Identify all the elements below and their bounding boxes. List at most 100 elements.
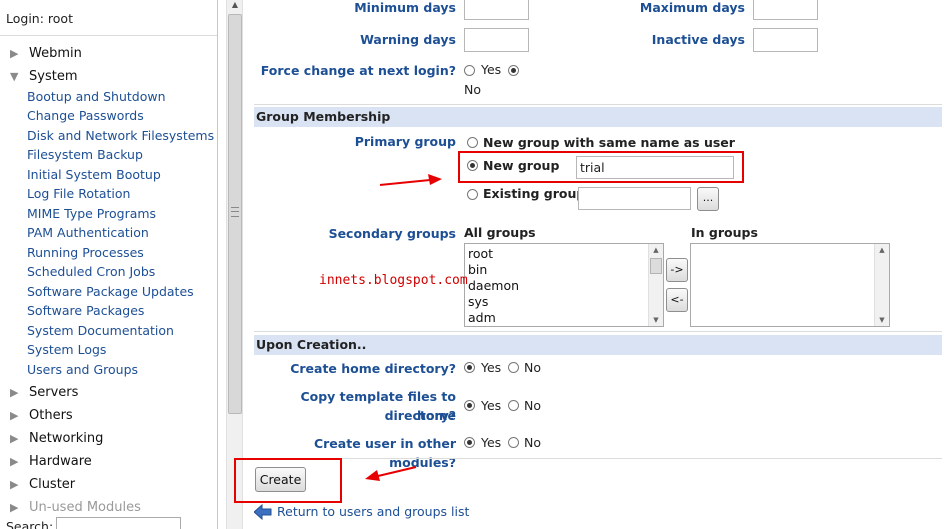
list-item[interactable]: bin	[468, 262, 487, 278]
scrollbar-thumb[interactable]	[650, 258, 662, 274]
inactive-days-input[interactable]	[753, 28, 818, 52]
module-mime-type-programs[interactable]: MIME Type Programs	[27, 206, 156, 224]
copy-template-yes-label: Yes	[481, 398, 502, 413]
secondary-groups-label: Secondary groups	[328, 226, 456, 241]
primary-same-name-radio[interactable]	[467, 137, 478, 148]
module-log-file-rotation[interactable]: Log File Rotation	[27, 186, 130, 204]
primary-existing-radio[interactable]	[467, 189, 478, 200]
sidebar-divider	[0, 35, 217, 36]
sidebar-category-servers[interactable]: ▶ Servers	[10, 382, 78, 402]
sidebar-scrollbar[interactable]: ▲	[226, 0, 243, 529]
force-change-yes-radio[interactable]	[464, 65, 475, 76]
module-software-package-updates[interactable]: Software Package Updates	[27, 284, 194, 302]
maximum-days-label: Maximum days	[639, 0, 745, 15]
module-system-documentation[interactable]: System Documentation	[27, 323, 174, 341]
sidebar: Login: root ▶ Webmin ▼ System Bootup and…	[0, 0, 218, 529]
list-item[interactable]: adm	[468, 310, 496, 326]
chevron-right-icon: ▶	[10, 408, 19, 422]
category-label: Hardware	[29, 453, 92, 469]
minimum-days-label: Minimum days	[354, 0, 456, 15]
primary-existing-label: Existing group	[483, 186, 586, 201]
maximum-days-input[interactable]	[753, 0, 818, 20]
scroll-up-icon[interactable]: ▲	[875, 244, 889, 256]
listbox-scrollbar[interactable]: ▲ ▼	[874, 244, 889, 326]
remove-group-button[interactable]: <-	[666, 288, 688, 312]
sidebar-category-others[interactable]: ▶ Others	[10, 405, 73, 425]
create-home-no-label: No	[524, 360, 541, 375]
scroll-down-icon[interactable]: ▼	[875, 314, 889, 326]
other-modules-no-label: No	[524, 435, 541, 450]
module-system-logs[interactable]: System Logs	[27, 342, 106, 360]
chevron-down-icon: ▼	[10, 69, 19, 83]
other-modules-yes-radio[interactable]	[464, 437, 475, 448]
module-bootup-shutdown[interactable]: Bootup and Shutdown	[27, 89, 166, 107]
listbox-scrollbar[interactable]: ▲ ▼	[648, 244, 663, 326]
module-running-processes[interactable]: Running Processes	[27, 245, 144, 263]
chevron-right-icon: ▶	[10, 454, 19, 468]
list-item[interactable]: sys	[468, 294, 488, 310]
section-divider	[254, 458, 942, 459]
in-groups-listbox[interactable]: ▲ ▼	[690, 243, 890, 327]
browse-group-button[interactable]: ...	[697, 187, 719, 211]
force-change-no-radio[interactable]	[508, 65, 519, 76]
add-group-button[interactable]: ->	[666, 258, 688, 282]
primary-group-label: Primary group	[354, 134, 456, 149]
section-divider	[254, 331, 942, 332]
category-label: Webmin	[29, 45, 82, 61]
back-arrow-icon[interactable]	[254, 504, 272, 520]
other-modules-yes-label: Yes	[481, 435, 502, 450]
category-label: Un-used Modules	[29, 499, 141, 515]
sidebar-category-networking[interactable]: ▶ Networking	[10, 428, 103, 448]
create-home-yes-radio[interactable]	[464, 362, 475, 373]
module-filesystem-backup[interactable]: Filesystem Backup	[27, 147, 143, 165]
module-change-passwords[interactable]: Change Passwords	[27, 108, 144, 126]
chevron-right-icon: ▶	[10, 431, 19, 445]
annotation-box-create	[234, 458, 342, 503]
primary-same-name-label: New group with same name as user	[483, 135, 735, 150]
list-item[interactable]: daemon	[468, 278, 519, 294]
scrollbar-thumb[interactable]	[228, 14, 242, 414]
list-item[interactable]: root	[468, 246, 493, 262]
module-disk-network-fs[interactable]: Disk and Network Filesystems	[27, 128, 214, 146]
chevron-right-icon: ▶	[10, 385, 19, 399]
module-initial-system-bootup[interactable]: Initial System Bootup	[27, 167, 161, 185]
grip-icon	[231, 207, 239, 217]
sidebar-category-system[interactable]: ▼ System	[10, 66, 77, 86]
module-users-and-groups[interactable]: Users and Groups	[27, 362, 138, 380]
search-input[interactable]	[56, 517, 181, 529]
create-home-yes-label: Yes	[481, 360, 502, 375]
main-content: Minimum days Maximum days Warning days I…	[234, 0, 944, 529]
other-modules-no-radio[interactable]	[508, 437, 519, 448]
sidebar-category-unused-modules[interactable]: ▶ Un-used Modules	[10, 497, 141, 517]
chevron-right-icon: ▶	[10, 46, 19, 60]
login-info: Login: root	[6, 11, 73, 26]
sidebar-category-webmin[interactable]: ▶ Webmin	[10, 43, 82, 63]
copy-template-no-radio[interactable]	[508, 400, 519, 411]
sidebar-category-hardware[interactable]: ▶ Hardware	[10, 451, 92, 471]
copy-template-label-line2: directory?	[384, 408, 456, 423]
minimum-days-input[interactable]	[464, 0, 529, 20]
create-home-label: Create home directory?	[290, 361, 456, 376]
module-software-packages[interactable]: Software Packages	[27, 303, 144, 321]
scroll-up-icon[interactable]: ▲	[228, 0, 242, 14]
search-label: Search:	[6, 519, 54, 529]
scroll-down-icon[interactable]: ▼	[649, 314, 663, 326]
warning-days-label: Warning days	[360, 32, 456, 47]
annotation-arrow-head	[428, 174, 442, 185]
sidebar-category-cluster[interactable]: ▶ Cluster	[10, 474, 75, 494]
category-label: System	[29, 68, 78, 84]
upon-creation-heading: Upon Creation..	[254, 335, 942, 355]
copy-template-yes-radio[interactable]	[464, 400, 475, 411]
all-groups-label: All groups	[464, 225, 536, 240]
category-label: Servers	[29, 384, 79, 400]
scroll-up-icon[interactable]: ▲	[649, 244, 663, 256]
existing-group-input[interactable]	[578, 187, 691, 210]
module-scheduled-cron-jobs[interactable]: Scheduled Cron Jobs	[27, 264, 155, 282]
category-label: Networking	[29, 430, 104, 446]
return-to-users-link[interactable]: Return to users and groups list	[277, 504, 469, 519]
warning-days-input[interactable]	[464, 28, 529, 52]
all-groups-listbox[interactable]: root bin daemon sys adm ▲ ▼	[464, 243, 664, 327]
create-home-no-radio[interactable]	[508, 362, 519, 373]
chevron-right-icon: ▶	[10, 477, 19, 491]
module-pam-authentication[interactable]: PAM Authentication	[27, 225, 149, 243]
